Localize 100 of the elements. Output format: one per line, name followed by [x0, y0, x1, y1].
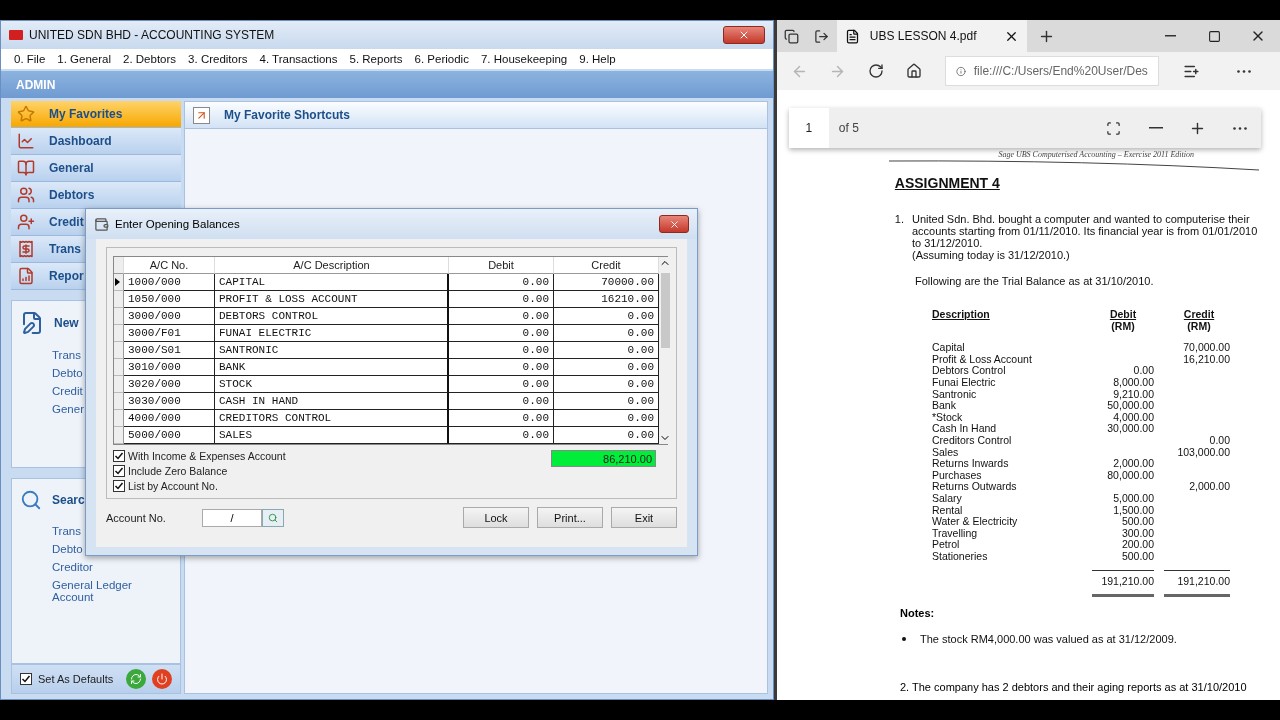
power-button[interactable]: [152, 669, 172, 689]
checkbox[interactable]: [113, 480, 125, 492]
panel-link[interactable]: Creditor: [20, 561, 172, 573]
unit-label: (RM): [1187, 320, 1211, 333]
panel-title: New: [54, 316, 79, 330]
page-number-field[interactable]: 1: [788, 108, 829, 148]
table-cell-text: Funai Electric: [932, 376, 997, 389]
unit-label: (RM): [1111, 320, 1135, 333]
sidebar-item[interactable]: General: [11, 155, 181, 182]
close-icon: [668, 218, 680, 230]
power-icon: [156, 673, 168, 685]
panel-link[interactable]: General Ledger Account: [20, 579, 172, 603]
table-cell-text: Sales: [932, 446, 960, 459]
menu-item[interactable]: 5. Reports: [349, 53, 403, 65]
table-cell-text: Rental: [932, 504, 964, 517]
menu-item[interactable]: 2. Debtors: [123, 53, 177, 65]
checkbox[interactable]: [20, 673, 32, 685]
sidebar-item[interactable]: My Favorites: [11, 101, 181, 128]
search-button[interactable]: [261, 508, 284, 527]
column-header[interactable]: A/C Description: [215, 257, 449, 274]
table-cell: FUNAI ELECTRIC: [215, 325, 449, 342]
url-text: file:///C:/Users/End%20User/Des: [973, 64, 1148, 78]
table-cell: 1050/000: [124, 291, 215, 308]
table-cell-text: 16,210.00: [1182, 353, 1230, 366]
table-cell-text: 5,000.00: [1112, 492, 1154, 505]
table-cell-text: 30,000.00: [1106, 423, 1154, 435]
table-cell: 3000/S01: [124, 342, 215, 359]
search-icon: [20, 489, 42, 511]
menu-item[interactable]: 4. Transactions: [259, 53, 338, 65]
document-title: ASSIGNMENT 4: [894, 175, 1001, 191]
more-icon: [1236, 69, 1251, 73]
checkbox-label: Set As Defaults: [38, 673, 115, 685]
field-label: Account No.: [106, 511, 166, 524]
table-cell: 0.00: [449, 291, 554, 308]
table-cell-text: 70,000.00: [1182, 342, 1230, 354]
checkbox[interactable]: [113, 450, 125, 462]
scrollbar[interactable]: [659, 257, 671, 444]
table-cell: 0.00: [449, 274, 554, 291]
tab-label: UBS LESSON 4.pdf: [869, 29, 978, 43]
table-cell-text: Stationeries: [932, 550, 989, 563]
column-header[interactable]: Credit: [554, 257, 659, 274]
paragraph: 2. The company has 2 debtors and their aging reports as at 31/10/2010: [900, 681, 1248, 694]
browser-tab[interactable]: UBS LESSON 4.pdf: [836, 20, 1027, 52]
money-icon: [94, 216, 109, 232]
table-cell-text: 2,000.00: [1188, 481, 1230, 493]
checkbox[interactable]: [113, 465, 125, 477]
dialog-button[interactable]: Exit: [611, 507, 677, 528]
close-button[interactable]: [659, 215, 689, 233]
table-cell-text: 2,000.00: [1112, 458, 1154, 470]
people-icon: [17, 186, 35, 204]
column-header[interactable]: A/C No.: [124, 257, 215, 274]
menu-item[interactable]: 6. Periodic: [414, 53, 469, 65]
table-cell: CAPITAL: [215, 274, 449, 291]
menu-item[interactable]: 1. General: [57, 53, 112, 65]
address-field[interactable]: file:///C:/Users/End%20User/Des: [944, 56, 1159, 86]
table-cell: 0.00: [449, 342, 554, 359]
table-cell-text: 0.00: [1132, 365, 1154, 377]
table-cell-text: Travelling: [932, 527, 978, 540]
maximize-icon: [1207, 29, 1221, 43]
account-field[interactable]: /: [201, 508, 262, 527]
menu-item[interactable]: 0. File: [14, 53, 46, 65]
table-cell-text: Salary: [932, 492, 963, 505]
table-cell: SALES: [215, 427, 449, 444]
table-cell: 0.00: [449, 359, 554, 376]
column-header: Debit: [1109, 309, 1137, 321]
menu-item[interactable]: 9. Help: [579, 53, 616, 65]
dialog-button[interactable]: Print...: [537, 507, 603, 528]
fit-page-icon: [1106, 120, 1122, 136]
book-icon: [17, 159, 35, 177]
table-cell-text: 80,000.00: [1106, 469, 1154, 482]
column-header: Description: [932, 309, 991, 322]
table-cell: SANTRONIC: [215, 342, 449, 359]
sidebar-item[interactable]: Dashboard: [11, 128, 181, 155]
table-cell-text: 500.00: [1121, 516, 1154, 528]
menu-item[interactable]: 3. Creditors: [188, 53, 248, 65]
table-cell-text: Cash In Hand: [932, 423, 998, 435]
bullet-icon: [902, 637, 906, 642]
table-cell: CASH IN HAND: [215, 393, 449, 410]
pdf-icon: [844, 28, 860, 44]
paragraph: (Assuming today is 31/12/2010.): [912, 249, 1071, 261]
report-icon: [17, 267, 35, 285]
star-icon: [17, 105, 35, 123]
table-cell-text: 500.00: [1120, 550, 1154, 563]
panel-title: Searc: [52, 493, 85, 507]
refresh-icon: [867, 63, 884, 79]
table-cell: 0.00: [449, 393, 554, 410]
note-text: The stock RM4,000.00 was valued as at 31/12/2009.: [920, 633, 1178, 646]
menu-item[interactable]: 7. Housekeeping: [480, 53, 568, 65]
table-cell-text: 4,000.00: [1113, 411, 1154, 424]
sidebar-item[interactable]: Debtors: [11, 182, 181, 209]
column-header[interactable]: Debit: [449, 257, 554, 274]
table-cell: 3000/000: [124, 308, 215, 325]
dialog-button[interactable]: Lock: [463, 507, 529, 528]
scroll-thumb[interactable]: [660, 273, 670, 348]
dialog-title: Enter Opening Balances: [115, 218, 241, 230]
table-cell-text: Returns Inwards: [932, 458, 1010, 470]
minus-icon: [1148, 127, 1163, 129]
info-icon: [955, 64, 966, 78]
more-icon: [1232, 126, 1247, 130]
close-button[interactable]: [722, 26, 765, 44]
